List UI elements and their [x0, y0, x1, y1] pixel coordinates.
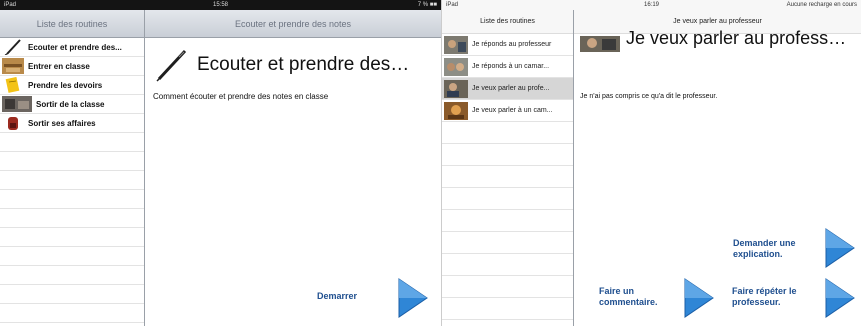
status-bar: iPad 16:19 Aucune recharge en cours: [442, 0, 861, 10]
routine-big-title: Je veux parler au profess…: [626, 28, 847, 48]
start-arrow-button[interactable]: [398, 278, 428, 318]
routine-detail-panel: Ecouter et prendre des notes Ecouter et …: [145, 10, 441, 326]
routine-item-label: Sortir ses affaires: [28, 118, 96, 128]
explain-arrow-button[interactable]: [825, 228, 855, 268]
notebook-icon: [2, 77, 24, 93]
routine-list-sidebar: Liste des routines Ecouter et prendre de…: [0, 10, 145, 326]
classroom-photo-thumbnail: [444, 35, 468, 54]
status-time: 15:58: [212, 2, 228, 8]
routine-description: Je n'ai pas compris ce qu'a dit le profe…: [580, 93, 718, 100]
routine-item-repond-prof[interactable]: Je réponds au professeur: [442, 34, 573, 56]
comment-label: Faire un commentaire.: [599, 286, 658, 307]
routine-item-label: Entrer en classe: [28, 61, 90, 71]
routine-item-label: Je réponds à un camar...: [472, 63, 550, 70]
classroom-thumbnail: [2, 58, 24, 74]
routine-description: Comment écouter et prendre des notes en …: [153, 92, 329, 101]
routine-item-label: Je veux parler à un cam...: [472, 107, 553, 114]
routine-item-entrer[interactable]: Entrer en classe: [0, 57, 144, 76]
routine-list-sidebar: Liste des routines Je réponds au profess…: [442, 10, 574, 326]
backpack-icon: [2, 115, 24, 131]
routine-item-sortir-classe[interactable]: Sortir de la classe: [0, 95, 144, 114]
comment-arrow-button[interactable]: [684, 278, 714, 318]
routine-item-label: Prendre les devoirs: [28, 80, 103, 90]
routine-list: Ecouter et prendre des... Entrer en clas…: [0, 38, 144, 326]
routine-item-parler-camarade[interactable]: Je veux parler à un cam...: [442, 100, 573, 122]
battery-indicator: 7 % ■■: [417, 2, 437, 8]
sidebar-title: Liste des routines: [0, 10, 144, 38]
ipad-screen-ecouter: iPad 15:58 7 % ■■ Liste des routines Eco…: [0, 0, 441, 326]
routine-item-label: Ecouter et prendre des...: [28, 42, 122, 52]
routine-detail-panel: Je veux parler au professeur Je veux par…: [574, 10, 861, 326]
routine-item-affaires[interactable]: Sortir ses affaires: [0, 114, 144, 133]
classroom-photo-thumbnail: [444, 57, 468, 76]
pen-icon: [155, 48, 189, 82]
ipad-screen-parler: iPad 16:19 Aucune recharge en cours List…: [441, 0, 861, 326]
start-label: Demarrer: [317, 291, 358, 301]
routine-item-repond-camarade[interactable]: Je réponds à un camar...: [442, 56, 573, 78]
classroom-photo-thumbnail: [444, 79, 468, 98]
routine-item-parler-prof[interactable]: Je veux parler au profe...: [442, 78, 573, 100]
repeat-label: Faire répéter le professeur.: [732, 286, 797, 307]
classroom-thumbnail: [2, 96, 32, 112]
repeat-arrow-button[interactable]: [825, 278, 855, 318]
routine-item-label: Je réponds au professeur: [472, 41, 552, 48]
pen-icon: [2, 39, 24, 55]
routine-big-title: Ecouter et prendre des…: [197, 54, 410, 75]
battery-indicator: Aucune recharge en cours: [786, 2, 857, 8]
detail-title: Ecouter et prendre des notes: [145, 10, 441, 38]
routine-item-devoirs[interactable]: Prendre les devoirs: [0, 76, 144, 95]
classroom-photo-thumbnail: [444, 101, 468, 120]
sidebar-title: Liste des routines: [442, 10, 573, 34]
routine-list: Je réponds au professeur Je réponds à un…: [442, 34, 573, 326]
routine-item-ecouter[interactable]: Ecouter et prendre des...: [0, 38, 144, 57]
routine-item-label: Sortir de la classe: [36, 99, 105, 109]
classroom-photo-thumbnail: [580, 36, 620, 52]
explain-label: Demander une explication.: [733, 238, 796, 259]
routine-item-label: Je veux parler au profe...: [472, 85, 550, 92]
status-bar: iPad 15:58 7 % ■■: [0, 0, 441, 10]
